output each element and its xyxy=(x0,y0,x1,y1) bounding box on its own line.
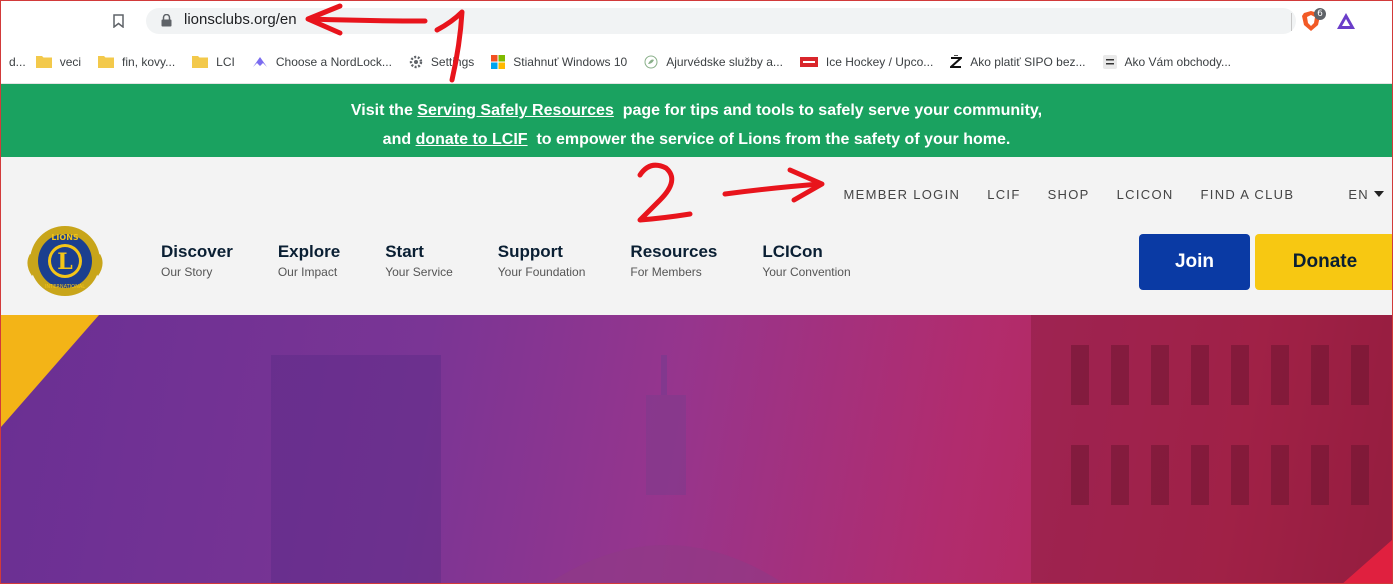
z-icon xyxy=(950,54,963,68)
nav-title: Explore xyxy=(277,242,341,261)
bookmark-item[interactable]: Ako platiť SIPO bez... xyxy=(950,54,1086,69)
lcicon-link[interactable]: LCICON xyxy=(1117,187,1174,202)
nav-item-resources[interactable]: Resources For Members xyxy=(630,242,717,279)
banner-line-2: and donate to LCIF to empower the servic… xyxy=(1,131,1392,149)
bookmark-item[interactable]: LCI xyxy=(192,55,235,69)
bookmark-item[interactable]: Settings xyxy=(409,55,474,69)
url-text[interactable]: lionsclubs.org/en xyxy=(184,11,297,28)
nav-title: Start xyxy=(385,242,424,261)
nav-item-lcicon[interactable]: LCICon Your Convention xyxy=(762,242,850,279)
logo-top-text: LIONS xyxy=(51,233,79,242)
folder-icon xyxy=(192,56,209,68)
lock-icon[interactable] xyxy=(161,14,172,27)
donate-button[interactable]: Donate xyxy=(1255,234,1392,290)
screenshot-frame: lionsclubs.org/en 6 d... veci fin, kovy.… xyxy=(0,0,1393,584)
serving-safely-link[interactable]: Serving Safely Resources xyxy=(417,102,614,119)
lions-logo[interactable]: L LIONS INTERNATIONAL xyxy=(26,224,104,298)
nav-title: Support xyxy=(497,242,563,261)
url-box[interactable] xyxy=(146,8,1296,34)
hero-illustration xyxy=(1,315,1392,583)
member-login-link[interactable]: MEMBER LOGIN xyxy=(843,187,960,202)
banner-text: and xyxy=(382,131,412,148)
bookmark-item[interactable]: Ice Hockey / Upco... xyxy=(799,55,933,69)
bookmark-item[interactable]: d... xyxy=(9,55,26,69)
lcif-link[interactable]: LCIF xyxy=(987,187,1020,202)
hero-image xyxy=(1,315,1392,583)
folder-icon xyxy=(35,56,52,68)
bookmark-item[interactable]: Ako Vám obchody... xyxy=(1102,54,1231,69)
nordlocker-icon xyxy=(252,56,267,67)
logo-bottom-text: INTERNATIONAL xyxy=(45,284,85,290)
extension-badge: 6 xyxy=(1314,8,1326,20)
nav-item-start[interactable]: Start Your Service xyxy=(385,242,453,279)
nav-title: LCICon xyxy=(762,242,823,261)
bookmark-item[interactable]: veci xyxy=(35,55,81,69)
nav-subtitle: Our Story xyxy=(161,265,213,279)
browser-address-bar: lionsclubs.org/en 6 xyxy=(1,1,1392,40)
banner-text: Visit the xyxy=(350,102,413,119)
folder-icon xyxy=(98,56,115,68)
nav-title: Resources xyxy=(630,242,718,261)
utility-nav: MEMBER LOGIN LCIF SHOP LCICON FIND A CLU… xyxy=(816,187,1384,202)
find-a-club-link[interactable]: FIND A CLUB xyxy=(1201,187,1295,202)
caret-down-icon xyxy=(1374,191,1384,197)
gear-icon xyxy=(409,55,423,68)
leaf-icon xyxy=(644,55,658,68)
nav-item-support[interactable]: Support Your Foundation xyxy=(498,242,586,279)
bookmark-icon[interactable] xyxy=(113,14,124,28)
nav-subtitle: Your Foundation xyxy=(497,265,586,279)
language-label: EN xyxy=(1348,187,1369,202)
bookmark-item[interactable]: Stiahnuť Windows 10 xyxy=(491,54,627,69)
banner-line-1: Visit the Serving Safely Resources page … xyxy=(1,102,1392,120)
nav-item-explore[interactable]: Explore Our Impact xyxy=(278,242,340,279)
nav-subtitle: For Members xyxy=(630,265,702,279)
windows-icon xyxy=(491,54,506,69)
main-nav: Discover Our Story Explore Our Impact Star… xyxy=(161,242,896,279)
shop-link[interactable]: SHOP xyxy=(1048,187,1090,202)
nav-subtitle: Our Impact xyxy=(277,265,338,279)
donate-lcif-link[interactable]: donate to LCIF xyxy=(416,131,528,148)
yellow-corner-shape xyxy=(1,315,99,427)
join-button[interactable]: Join xyxy=(1139,234,1250,290)
nav-title: Discover xyxy=(161,242,233,261)
bookmarks-bar: d... veci fin, kovy... LCI Choose a Nord… xyxy=(1,40,1392,84)
live-icon xyxy=(799,56,818,67)
banner-text: page for tips and tools to safely serve … xyxy=(622,102,1043,119)
banner-text: to empower the service of Lions from the… xyxy=(536,131,1011,148)
logo-letter: L xyxy=(57,249,72,275)
cupola xyxy=(646,395,686,495)
nav-subtitle: Your Convention xyxy=(762,265,851,279)
left-building xyxy=(271,355,441,583)
bookmark-item[interactable]: fin, kovy... xyxy=(98,55,175,69)
brave-rewards-icon[interactable] xyxy=(1336,12,1356,30)
announcement-banner: Visit the Serving Safely Resources page … xyxy=(1,84,1392,157)
toolbar-separator xyxy=(1291,13,1292,31)
bookmark-item[interactable]: Choose a NordLock... xyxy=(252,55,392,69)
cupola-spire xyxy=(661,355,667,395)
site-header: MEMBER LOGIN LCIF SHOP LCICON FIND A CLU… xyxy=(1,157,1392,315)
language-selector[interactable]: EN xyxy=(1321,187,1384,202)
nav-subtitle: Your Service xyxy=(385,265,453,279)
nav-item-discover[interactable]: Discover Our Story xyxy=(161,242,233,279)
bookmark-item[interactable]: Ajurvédske služby a... xyxy=(644,55,783,69)
dome xyxy=(549,545,783,583)
news-icon xyxy=(1102,54,1117,69)
